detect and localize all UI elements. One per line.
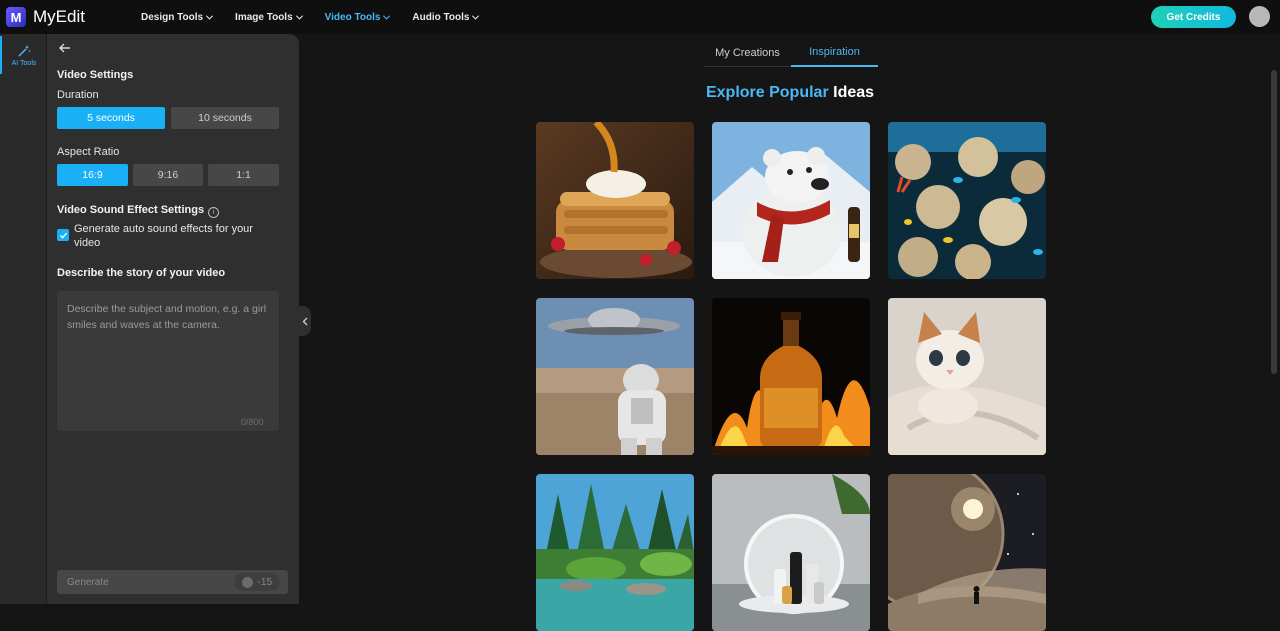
inspiration-card-kitten[interactable] [888,298,1046,455]
polar-bear-thumbnail [712,122,870,279]
explore-heading: Explore Popular Ideas [0,84,1280,102]
story-title: Describe the story of your video [57,267,226,279]
inspiration-card-planet-explorer[interactable] [888,474,1046,631]
nav-design-tools[interactable]: Design Tools [141,11,214,23]
duration-10s-button[interactable]: 10 seconds [171,107,279,129]
content-tabs: My Creations Inspiration [704,39,878,67]
forest-stream-thumbnail [536,474,694,631]
inspiration-card-polar-bear[interactable] [712,122,870,279]
magic-wand-icon [18,44,31,57]
nav-label: Image Tools [235,11,293,23]
logo-icon: M [6,7,26,27]
avatar[interactable] [1249,6,1270,27]
chevron-down-icon [295,12,303,20]
nav-label: Video Tools [324,11,381,23]
inspiration-card-whiskey-fire[interactable] [712,298,870,455]
inspiration-card-coral-reef[interactable] [888,122,1046,279]
character-counter: 0/800 [241,417,264,427]
get-credits-button[interactable]: Get Credits [1151,6,1236,28]
nav-image-tools[interactable]: Image Tools [235,11,303,23]
kitten-thumbnail [888,298,1046,455]
logo[interactable]: M MyEdit [6,7,85,27]
generate-button[interactable]: Generate -15 [57,570,288,594]
top-bar: M MyEdit Design Tools Image Tools Video … [0,0,1280,34]
main-scrollbar[interactable] [1271,70,1277,374]
credit-coin-icon [241,576,253,588]
back-arrow-icon[interactable] [57,40,73,56]
inspiration-card-pancakes[interactable] [536,122,694,279]
sound-effects-label: Generate auto sound effects for your vid… [74,223,253,249]
info-icon[interactable]: i [208,207,220,218]
tool-rail: AI Tools [0,34,47,604]
tab-inspiration[interactable]: Inspiration [791,39,878,67]
chevron-down-icon [472,12,480,20]
inspiration-card-forest-stream[interactable] [536,474,694,631]
planet-explorer-thumbnail [888,474,1046,631]
rail-item-label: AI Tools [11,59,37,67]
credit-cost-value: -15 [257,576,272,588]
chevron-left-icon [302,317,308,325]
collapse-panel-button[interactable] [299,306,311,336]
tab-my-creations[interactable]: My Creations [704,39,791,67]
whiskey-fire-thumbnail [712,298,870,455]
aspect-1-1-button[interactable]: 1:1 [208,164,279,186]
sound-settings-text: Video Sound Effect Settings [57,204,205,216]
sound-settings-title: Video Sound Effect Settings i [57,204,220,218]
main-nav: Design Tools Image Tools Video Tools Aud… [141,0,501,34]
story-input[interactable] [57,291,279,431]
pancakes-thumbnail [536,122,694,279]
video-settings-title: Video Settings [57,69,134,81]
aspect-ratio-label: Aspect Ratio [57,146,120,158]
ufo-astronaut-thumbnail [536,298,694,455]
inspiration-card-ufo-astronaut[interactable] [536,298,694,455]
nav-video-tools[interactable]: Video Tools [324,11,391,23]
nav-label: Design Tools [141,11,204,23]
video-settings-panel: Video Settings Duration 5 seconds 10 sec… [47,34,299,604]
sound-effects-checkbox[interactable] [57,229,69,241]
inspiration-card-cosmetics[interactable] [712,474,870,631]
nav-label: Audio Tools [412,11,470,23]
chevron-down-icon [383,12,391,20]
app-name: MyEdit [33,7,85,26]
generate-label: Generate [67,576,109,588]
aspect-16-9-button[interactable]: 16:9 [57,164,128,186]
coral-reef-thumbnail [888,122,1046,279]
duration-5s-button[interactable]: 5 seconds [57,107,165,129]
credit-cost-badge: -15 [233,573,280,591]
explore-heading-rest: Ideas [828,84,875,101]
cosmetics-thumbnail [712,474,870,631]
chevron-down-icon [206,12,214,20]
nav-audio-tools[interactable]: Audio Tools [412,11,480,23]
aspect-9-16-button[interactable]: 9:16 [133,164,203,186]
checkmark-icon [59,232,67,239]
explore-heading-highlight: Explore Popular [705,84,829,101]
rail-item-ai-tools[interactable]: AI Tools [0,36,46,74]
